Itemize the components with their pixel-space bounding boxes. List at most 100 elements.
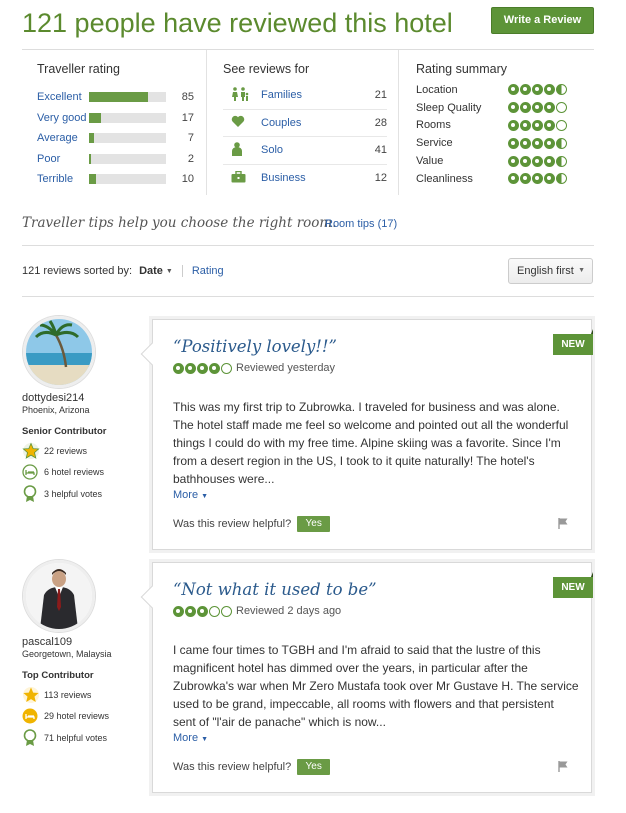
- helpful-yes-button[interactable]: Yes: [297, 516, 331, 532]
- rating-bubble: [556, 173, 567, 185]
- sort-date-option[interactable]: Date: [139, 265, 163, 277]
- stat-text: 22 reviews: [44, 445, 88, 456]
- stat-hotel-reviews: 6 hotel reviews: [22, 462, 132, 484]
- sort-bar: 121 reviews sorted by: Date ▼ Rating: [22, 265, 224, 277]
- bubble-rating: [508, 119, 567, 131]
- review-meta: Reviewed yesterday: [173, 362, 335, 374]
- rating-count: 2: [187, 152, 194, 165]
- filter-business[interactable]: Business 12: [223, 165, 387, 193]
- more-label[interactable]: More: [173, 489, 198, 501]
- summary-label: Location: [416, 83, 458, 96]
- rating-bubble: [173, 362, 184, 374]
- filter-label[interactable]: Business: [261, 172, 367, 184]
- write-review-button[interactable]: Write a Review: [491, 7, 594, 34]
- avatar[interactable]: [23, 560, 95, 632]
- chevron-down-icon: ▼: [201, 493, 209, 500]
- rating-count: 85: [181, 91, 194, 104]
- review-card: NEW “Positively lovely!!” Reviewed yeste…: [140, 319, 593, 550]
- reviewer-name[interactable]: pascal109: [22, 636, 132, 648]
- rating-label[interactable]: Excellent: [37, 91, 89, 103]
- rating-bubble: [221, 605, 232, 617]
- review-title[interactable]: “Positively lovely!!”: [173, 337, 337, 356]
- rating-row-very-good[interactable]: Very good 17: [37, 108, 205, 129]
- traveller-rating-section: Traveller rating Excellent 85 Very good …: [37, 62, 205, 202]
- rating-label[interactable]: Average: [37, 132, 89, 144]
- summary-label: Sleep Quality: [416, 101, 482, 114]
- bubble-rating: [508, 102, 567, 114]
- rating-bar-fill: [89, 133, 94, 144]
- rating-label[interactable]: Terrible: [37, 173, 89, 185]
- filter-families[interactable]: Families 21: [223, 82, 387, 110]
- summary-row-service: Service: [416, 134, 594, 152]
- rating-bubble: [532, 173, 543, 185]
- reviewer-name[interactable]: dottydesi214: [22, 392, 132, 404]
- rating-bubble: [520, 173, 531, 185]
- more-label[interactable]: More: [173, 732, 198, 744]
- more-link[interactable]: More ▼: [173, 489, 208, 501]
- avatar[interactable]: [23, 316, 95, 388]
- bubble-rating: [508, 173, 567, 185]
- reviewer-location: Georgetown, Malaysia: [22, 649, 112, 659]
- rating-bar-fill: [89, 112, 101, 123]
- rating-bubble: [556, 155, 567, 167]
- rating-row-excellent[interactable]: Excellent 85: [37, 87, 205, 108]
- contributor-level: Top Contributor: [22, 670, 94, 681]
- chevron-down-icon: ▼: [578, 267, 585, 274]
- new-badge: NEW: [553, 572, 593, 598]
- rating-bubble: [209, 605, 220, 617]
- rating-bubble: [532, 155, 543, 167]
- rating-row-poor[interactable]: Poor 2: [37, 149, 205, 170]
- ribbon-icon: [22, 484, 44, 503]
- rating-bubble: [508, 155, 519, 167]
- language-select[interactable]: English first ▼: [508, 258, 593, 284]
- filter-label[interactable]: Couples: [261, 117, 367, 129]
- rating-row-average[interactable]: Average 7: [37, 128, 205, 149]
- summary-row-location: Location: [416, 81, 594, 99]
- stat-helpful-votes: 71 helpful votes: [22, 727, 132, 749]
- rating-bubble: [508, 173, 519, 185]
- rating-bar: [89, 133, 166, 144]
- more-link[interactable]: More ▼: [173, 732, 208, 744]
- chevron-down-icon[interactable]: ▼: [166, 268, 173, 275]
- helpful-prompt: Was this review helpful?: [173, 518, 292, 530]
- rating-row-terrible[interactable]: Terrible 10: [37, 169, 205, 190]
- rating-bubble: [197, 362, 208, 374]
- rating-bar-fill: [89, 153, 91, 164]
- rating-count: 10: [181, 173, 194, 186]
- rating-label[interactable]: Very good: [37, 112, 89, 124]
- star-badge-icon: [22, 686, 44, 704]
- contributor-level: Senior Contributor: [22, 426, 107, 437]
- briefcase-icon: [223, 170, 261, 186]
- rating-bubble: [532, 137, 543, 149]
- sort-separator: [181, 265, 183, 277]
- rating-bar: [89, 112, 166, 123]
- rating-label[interactable]: Poor: [37, 153, 89, 165]
- sort-rating-option[interactable]: Rating: [192, 265, 224, 277]
- rating-bubble: [520, 102, 531, 114]
- filter-label[interactable]: Solo: [261, 144, 367, 156]
- rating-bubble: [556, 137, 567, 149]
- filter-label[interactable]: Families: [261, 89, 367, 101]
- stat-text: 3 helpful votes: [44, 488, 103, 499]
- rating-bubble: [532, 119, 543, 131]
- rating-bar: [89, 92, 166, 103]
- stat-text: 29 hotel reviews: [44, 711, 110, 722]
- filter-count: 28: [374, 116, 387, 129]
- rating-bar-fill: [89, 92, 148, 103]
- flag-icon[interactable]: [557, 759, 569, 777]
- flag-icon[interactable]: [557, 516, 569, 534]
- room-tips-link[interactable]: Room tips (17): [325, 218, 397, 230]
- review-title[interactable]: “Not what it used to be”: [173, 580, 377, 599]
- filter-solo[interactable]: Solo 41: [223, 137, 387, 165]
- reviewer-location: Phoenix, Arizona: [22, 405, 90, 415]
- helpful-yes-button[interactable]: Yes: [297, 759, 331, 775]
- rating-bubble: [544, 155, 555, 167]
- summary-label: Cleanliness: [416, 172, 473, 185]
- filter-count: 41: [374, 144, 387, 157]
- filter-couples[interactable]: Couples 28: [223, 110, 387, 137]
- review-body: This was my first trip to Zubrowka. I tr…: [173, 400, 569, 486]
- rating-bubble: [508, 84, 519, 96]
- stat-helpful-votes: 3 helpful votes: [22, 483, 132, 505]
- summary-label: Value: [416, 155, 444, 168]
- see-reviews-section: See reviews for Families 21 Couples 28 S…: [206, 50, 396, 195]
